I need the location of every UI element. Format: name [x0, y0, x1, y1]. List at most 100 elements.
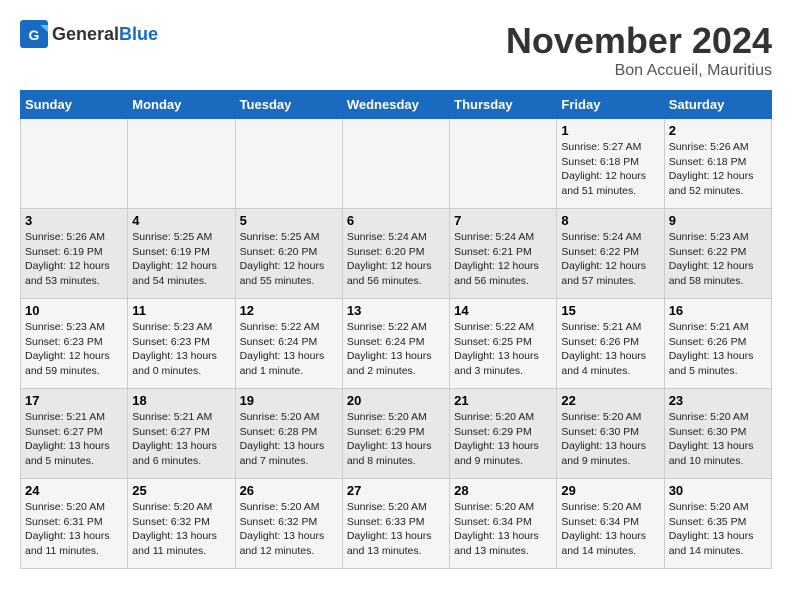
header: G GeneralBlue November 2024 Bon Accueil,…: [20, 20, 772, 80]
calendar-cell: 6Sunrise: 5:24 AM Sunset: 6:20 PM Daylig…: [342, 209, 449, 299]
weekday-header-sunday: Sunday: [21, 91, 128, 119]
calendar-cell: 12 Sunrise: 5:22 AM Sunset: 6:24 PM Dayli…: [235, 299, 342, 389]
calendar-cell: 13Sunrise: 5:22 AM Sunset: 6:24 PM Dayli…: [342, 299, 449, 389]
calendar-cell: 11 Sunrise: 5:23 AM Sunset: 6:23 PM Dayli…: [128, 299, 235, 389]
day-number: 10: [25, 303, 123, 318]
calendar-cell: 8 Sunrise: 5:24 AM Sunset: 6:22 PM Daylig…: [557, 209, 664, 299]
week-row-5: 24 Sunrise: 5:20 AM Sunset: 6:31 PM Dayli…: [21, 479, 772, 569]
day-number: 24: [25, 483, 123, 498]
day-info: Sunrise: 5:21 AM Sunset: 6:27 PM Dayligh…: [132, 410, 230, 469]
calendar-cell: 25 Sunrise: 5:20 AM Sunset: 6:32 PM Dayli…: [128, 479, 235, 569]
day-info: Sunrise: 5:20 AM Sunset: 6:29 PM Dayligh…: [454, 410, 552, 469]
weekday-header-monday: Monday: [128, 91, 235, 119]
weekday-header-thursday: Thursday: [450, 91, 557, 119]
day-info: Sunrise: 5:24 AM Sunset: 6:22 PM Dayligh…: [561, 230, 659, 289]
week-row-2: 3 Sunrise: 5:26 AM Sunset: 6:19 PM Daylig…: [21, 209, 772, 299]
calendar-cell: 27 Sunrise: 5:20 AM Sunset: 6:33 PM Dayli…: [342, 479, 449, 569]
title-area: November 2024 Bon Accueil, Mauritius: [506, 20, 772, 80]
day-info: Sunrise: 5:20 AM Sunset: 6:32 PM Dayligh…: [132, 500, 230, 559]
day-number: 14: [454, 303, 552, 318]
logo-general: General: [52, 24, 119, 44]
calendar-cell: 17 Sunrise: 5:21 AM Sunset: 6:27 PM Dayli…: [21, 389, 128, 479]
day-number: 23: [669, 393, 767, 408]
calendar-cell: 26Sunrise: 5:20 AM Sunset: 6:32 PM Dayli…: [235, 479, 342, 569]
weekday-header-row: SundayMondayTuesdayWednesdayThursdayFrid…: [21, 91, 772, 119]
day-info: Sunrise: 5:21 AM Sunset: 6:26 PM Dayligh…: [561, 320, 659, 379]
calendar-cell: 4 Sunrise: 5:25 AM Sunset: 6:19 PM Daylig…: [128, 209, 235, 299]
day-info: Sunrise: 5:20 AM Sunset: 6:30 PM Dayligh…: [561, 410, 659, 469]
week-row-3: 10 Sunrise: 5:23 AM Sunset: 6:23 PM Dayli…: [21, 299, 772, 389]
calendar-cell: 15 Sunrise: 5:21 AM Sunset: 6:26 PM Dayli…: [557, 299, 664, 389]
day-number: 16: [669, 303, 767, 318]
week-row-4: 17 Sunrise: 5:21 AM Sunset: 6:27 PM Dayli…: [21, 389, 772, 479]
day-number: 18: [132, 393, 230, 408]
day-number: 28: [454, 483, 552, 498]
day-info: Sunrise: 5:21 AM Sunset: 6:27 PM Dayligh…: [25, 410, 123, 469]
weekday-header-saturday: Saturday: [664, 91, 771, 119]
calendar-cell: 5Sunrise: 5:25 AM Sunset: 6:20 PM Daylig…: [235, 209, 342, 299]
calendar-cell: [235, 119, 342, 209]
day-number: 19: [240, 393, 338, 408]
calendar-cell: 2Sunrise: 5:26 AM Sunset: 6:18 PM Daylig…: [664, 119, 771, 209]
day-number: 5: [240, 213, 338, 228]
day-number: 17: [25, 393, 123, 408]
weekday-header-wednesday: Wednesday: [342, 91, 449, 119]
day-number: 29: [561, 483, 659, 498]
calendar-cell: 3 Sunrise: 5:26 AM Sunset: 6:19 PM Daylig…: [21, 209, 128, 299]
calendar-cell: 10 Sunrise: 5:23 AM Sunset: 6:23 PM Dayli…: [21, 299, 128, 389]
day-number: 11: [132, 303, 230, 318]
day-info: Sunrise: 5:24 AM Sunset: 6:20 PM Dayligh…: [347, 230, 445, 289]
day-info: Sunrise: 5:20 AM Sunset: 6:34 PM Dayligh…: [454, 500, 552, 559]
calendar-cell: 14 Sunrise: 5:22 AM Sunset: 6:25 PM Dayli…: [450, 299, 557, 389]
day-number: 21: [454, 393, 552, 408]
day-info: Sunrise: 5:23 AM Sunset: 6:23 PM Dayligh…: [132, 320, 230, 379]
calendar-cell: 16 Sunrise: 5:21 AM Sunset: 6:26 PM Dayli…: [664, 299, 771, 389]
calendar-cell: [342, 119, 449, 209]
day-info: Sunrise: 5:22 AM Sunset: 6:25 PM Dayligh…: [454, 320, 552, 379]
day-number: 9: [669, 213, 767, 228]
day-info: Sunrise: 5:20 AM Sunset: 6:31 PM Dayligh…: [25, 500, 123, 559]
day-number: 25: [132, 483, 230, 498]
location-title: Bon Accueil, Mauritius: [506, 62, 772, 80]
calendar-cell: [21, 119, 128, 209]
weekday-header-tuesday: Tuesday: [235, 91, 342, 119]
calendar-cell: 21 Sunrise: 5:20 AM Sunset: 6:29 PM Dayli…: [450, 389, 557, 479]
calendar-cell: 28 Sunrise: 5:20 AM Sunset: 6:34 PM Dayli…: [450, 479, 557, 569]
day-number: 27: [347, 483, 445, 498]
day-info: Sunrise: 5:25 AM Sunset: 6:19 PM Dayligh…: [132, 230, 230, 289]
calendar-cell: 7Sunrise: 5:24 AM Sunset: 6:21 PM Daylig…: [450, 209, 557, 299]
day-info: Sunrise: 5:22 AM Sunset: 6:24 PM Dayligh…: [240, 320, 338, 379]
day-number: 30: [669, 483, 767, 498]
week-row-1: 1Sunrise: 5:27 AM Sunset: 6:18 PM Daylig…: [21, 119, 772, 209]
logo-icon: G: [20, 20, 48, 48]
calendar-cell: 18 Sunrise: 5:21 AM Sunset: 6:27 PM Dayli…: [128, 389, 235, 479]
weekday-header-friday: Friday: [557, 91, 664, 119]
calendar-cell: 22 Sunrise: 5:20 AM Sunset: 6:30 PM Dayli…: [557, 389, 664, 479]
day-info: Sunrise: 5:21 AM Sunset: 6:26 PM Dayligh…: [669, 320, 767, 379]
day-info: Sunrise: 5:23 AM Sunset: 6:22 PM Dayligh…: [669, 230, 767, 289]
day-info: Sunrise: 5:20 AM Sunset: 6:28 PM Dayligh…: [240, 410, 338, 469]
day-number: 15: [561, 303, 659, 318]
day-number: 22: [561, 393, 659, 408]
day-info: Sunrise: 5:20 AM Sunset: 6:35 PM Dayligh…: [669, 500, 767, 559]
day-info: Sunrise: 5:20 AM Sunset: 6:29 PM Dayligh…: [347, 410, 445, 469]
logo-blue: Blue: [119, 24, 158, 44]
day-number: 20: [347, 393, 445, 408]
calendar-cell: 20 Sunrise: 5:20 AM Sunset: 6:29 PM Dayli…: [342, 389, 449, 479]
day-info: Sunrise: 5:20 AM Sunset: 6:33 PM Dayligh…: [347, 500, 445, 559]
day-info: Sunrise: 5:23 AM Sunset: 6:23 PM Dayligh…: [25, 320, 123, 379]
svg-text:G: G: [29, 27, 40, 43]
calendar-cell: 30 Sunrise: 5:20 AM Sunset: 6:35 PM Dayli…: [664, 479, 771, 569]
day-number: 12: [240, 303, 338, 318]
day-info: Sunrise: 5:26 AM Sunset: 6:19 PM Dayligh…: [25, 230, 123, 289]
day-info: Sunrise: 5:20 AM Sunset: 6:34 PM Dayligh…: [561, 500, 659, 559]
day-info: Sunrise: 5:24 AM Sunset: 6:21 PM Dayligh…: [454, 230, 552, 289]
calendar-table: SundayMondayTuesdayWednesdayThursdayFrid…: [20, 90, 772, 569]
calendar-cell: [450, 119, 557, 209]
calendar-cell: 1Sunrise: 5:27 AM Sunset: 6:18 PM Daylig…: [557, 119, 664, 209]
day-number: 2: [669, 123, 767, 138]
day-number: 3: [25, 213, 123, 228]
calendar-cell: 19 Sunrise: 5:20 AM Sunset: 6:28 PM Dayli…: [235, 389, 342, 479]
day-number: 8: [561, 213, 659, 228]
day-number: 4: [132, 213, 230, 228]
